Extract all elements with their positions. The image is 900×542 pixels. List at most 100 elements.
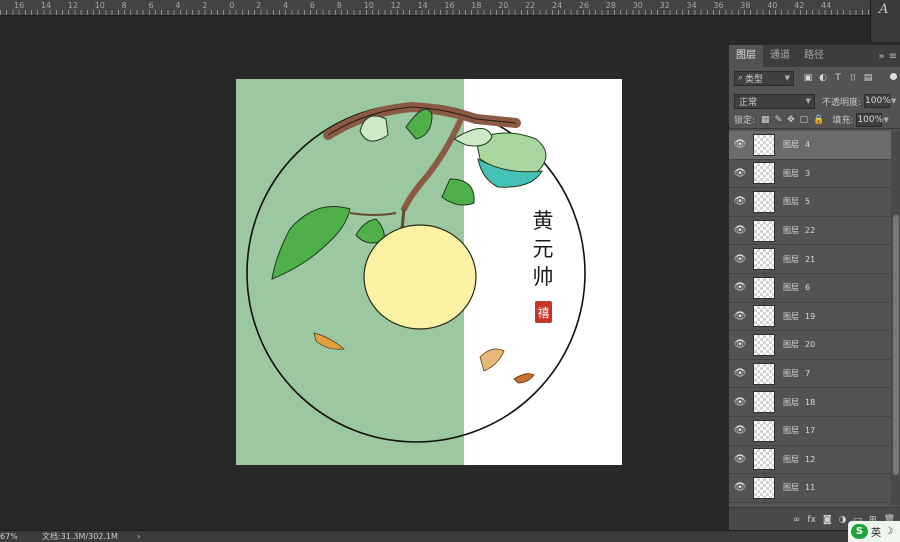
document-canvas[interactable]: 黄 元 帅 禧 xyxy=(236,79,622,465)
character-panel-button[interactable]: A xyxy=(870,0,900,20)
zoom-level[interactable]: 67% xyxy=(0,531,18,542)
visibility-eye-icon[interactable]: 👁 xyxy=(729,397,751,408)
layer-thumbnail[interactable] xyxy=(753,190,775,213)
chevron-down-icon[interactable]: ▼ xyxy=(883,116,888,124)
visibility-eye-icon[interactable]: 👁 xyxy=(729,425,751,436)
ime-toolbar[interactable]: S 英 ☽ xyxy=(848,521,900,542)
layer-row[interactable]: 👁 图层 20 xyxy=(729,331,891,360)
lock-position-icon[interactable]: ✥ xyxy=(787,115,795,125)
layer-thumbnail[interactable] xyxy=(753,448,775,471)
chevron-down-icon[interactable]: ▼ xyxy=(891,97,896,105)
layer-name[interactable]: 图层 6 xyxy=(783,282,810,293)
layer-name[interactable]: 图层 12 xyxy=(783,454,815,465)
lock-image-icon[interactable]: ✎ xyxy=(775,115,783,125)
layer-name[interactable]: 图层 20 xyxy=(783,339,815,350)
layer-name-number: 18 xyxy=(805,397,816,407)
link-layers-icon[interactable]: ∞ xyxy=(793,515,801,525)
visibility-eye-icon[interactable]: 👁 xyxy=(729,168,751,179)
layer-row[interactable]: 👁 图层 6 xyxy=(729,273,891,303)
layer-thumbnail[interactable] xyxy=(753,276,775,299)
layer-row[interactable]: 👁 图层 17 xyxy=(729,416,891,446)
panel-menu-icon[interactable]: ≡ xyxy=(889,51,897,62)
layer-name[interactable]: 图层 5 xyxy=(783,196,810,207)
filter-toggle-switch[interactable] xyxy=(890,73,897,80)
visibility-eye-icon[interactable]: 👁 xyxy=(729,368,751,379)
layer-name[interactable]: 图层 19 xyxy=(783,311,815,322)
blend-mode-select[interactable]: 正常 ▼ xyxy=(734,93,815,109)
layer-name-number: 19 xyxy=(805,311,816,321)
lock-artboard-icon[interactable]: ▢ xyxy=(800,115,809,125)
filter-adjustment-icon[interactable]: ◐ xyxy=(818,73,828,83)
status-menu-arrow[interactable]: › xyxy=(137,531,140,542)
adjustment-layer-icon[interactable]: ◑ xyxy=(839,515,847,525)
visibility-eye-icon[interactable]: 👁 xyxy=(729,454,751,465)
lock-transparent-icon[interactable]: ▦ xyxy=(761,115,770,125)
visibility-eye-icon[interactable]: 👁 xyxy=(729,339,751,350)
layer-row[interactable]: 👁 图层 12 xyxy=(729,445,891,475)
layer-name[interactable]: 图层 4 xyxy=(783,139,810,150)
visibility-eye-icon[interactable]: 👁 xyxy=(729,282,751,293)
ruler-number: 34 xyxy=(686,1,697,10)
layers-scrollbar[interactable] xyxy=(891,131,900,505)
layer-thumbnail[interactable] xyxy=(753,476,775,499)
layer-style-icon[interactable]: fx xyxy=(807,515,816,525)
blend-mode-value: 正常 xyxy=(739,97,758,108)
layer-thumbnail[interactable] xyxy=(753,333,775,356)
layer-name[interactable]: 图层 7 xyxy=(783,368,810,379)
layer-row[interactable]: 👁 图层 4 xyxy=(729,131,891,160)
search-icon: ⌕ xyxy=(738,73,744,83)
layer-row[interactable]: 👁 图层 3 xyxy=(729,159,891,189)
layer-row[interactable]: 👁 图层 18 xyxy=(729,388,891,417)
layer-name[interactable]: 图层 3 xyxy=(783,168,810,179)
layer-row[interactable]: 👁 图层 7 xyxy=(729,359,891,389)
layer-name[interactable]: 图层 22 xyxy=(783,225,815,236)
horizontal-ruler[interactable]: 16 14 12 10 8 6 4 2 0 2 4 6 8 10 12 14 16 18 20 22 24 26 28 30 3… xyxy=(0,0,870,16)
layer-thumbnail[interactable] xyxy=(753,133,775,156)
layer-thumbnail[interactable] xyxy=(753,391,775,414)
layer-row[interactable]: 👁 图层 22 xyxy=(729,216,891,246)
visibility-eye-icon[interactable]: 👁 xyxy=(729,225,751,236)
layer-name-prefix: 图层 xyxy=(783,254,799,264)
tab-channels[interactable]: 通道 xyxy=(763,45,797,67)
opacity-input[interactable]: 100% xyxy=(864,94,891,108)
filter-smart-object-icon[interactable]: ▤ xyxy=(863,73,873,83)
tab-paths[interactable]: 路径 xyxy=(797,45,831,67)
tab-layers[interactable]: 图层 xyxy=(729,45,763,67)
layer-name[interactable]: 图层 11 xyxy=(783,482,815,493)
filter-type-icon[interactable]: T xyxy=(833,73,843,83)
layer-name[interactable]: 图层 17 xyxy=(783,425,815,436)
visibility-eye-icon[interactable]: 👁 xyxy=(729,254,751,265)
layer-name[interactable]: 图层 21 xyxy=(783,254,815,265)
fill-input[interactable]: 100% xyxy=(856,112,883,127)
layer-name[interactable]: 图层 18 xyxy=(783,397,815,408)
layer-thumbnail[interactable] xyxy=(753,248,775,271)
document-size-info: 文档:31.3M/302.1M xyxy=(42,532,118,541)
layer-thumbnail[interactable] xyxy=(753,419,775,442)
ime-language[interactable]: 英 xyxy=(871,524,881,539)
filter-pixel-icon[interactable]: ▣ xyxy=(803,73,813,83)
add-mask-icon[interactable]: ◙ xyxy=(823,515,832,525)
scroll-thumb[interactable] xyxy=(893,215,899,475)
layer-row[interactable]: 👁 图层 11 xyxy=(729,474,891,503)
visibility-eye-icon[interactable]: 👁 xyxy=(729,196,751,207)
lock-fill-row: 锁定: ▦ ✎ ✥ ▢ 🔒 填充: 100% ▼ xyxy=(729,111,900,129)
ruler-number: 38 xyxy=(740,1,751,10)
visibility-eye-icon[interactable]: 👁 xyxy=(729,482,751,493)
filter-shape-icon[interactable]: ⌷ xyxy=(848,73,858,83)
layer-thumbnail[interactable] xyxy=(753,362,775,385)
filter-kind-select[interactable]: ⌕ 类型 ▼ xyxy=(734,70,794,86)
layer-row[interactable]: 👁 图层 19 xyxy=(729,302,891,332)
moon-icon[interactable]: ☽ xyxy=(884,526,893,537)
layer-row[interactable]: 👁 图层 5 xyxy=(729,188,891,217)
layer-thumbnail[interactable] xyxy=(753,162,775,185)
lock-all-icon[interactable]: 🔒 xyxy=(813,115,824,125)
layer-thumbnail[interactable] xyxy=(753,219,775,242)
layer-thumbnail[interactable] xyxy=(753,305,775,328)
layer-row[interactable]: 👁 图层 21 xyxy=(729,245,891,274)
layer-name-prefix: 图层 xyxy=(783,197,799,207)
layers-panel: 图层 通道 路径 » ≡ ⌕ 类型 ▼ ▣ ◐ T ⌷ ▤ 正常 ▼ 不透明度:… xyxy=(728,44,900,531)
collapse-icon[interactable]: » xyxy=(878,51,884,62)
visibility-eye-icon[interactable]: 👁 xyxy=(729,139,751,150)
visibility-eye-icon[interactable]: 👁 xyxy=(729,311,751,322)
layer-filter-row: ⌕ 类型 ▼ ▣ ◐ T ⌷ ▤ xyxy=(729,67,900,89)
